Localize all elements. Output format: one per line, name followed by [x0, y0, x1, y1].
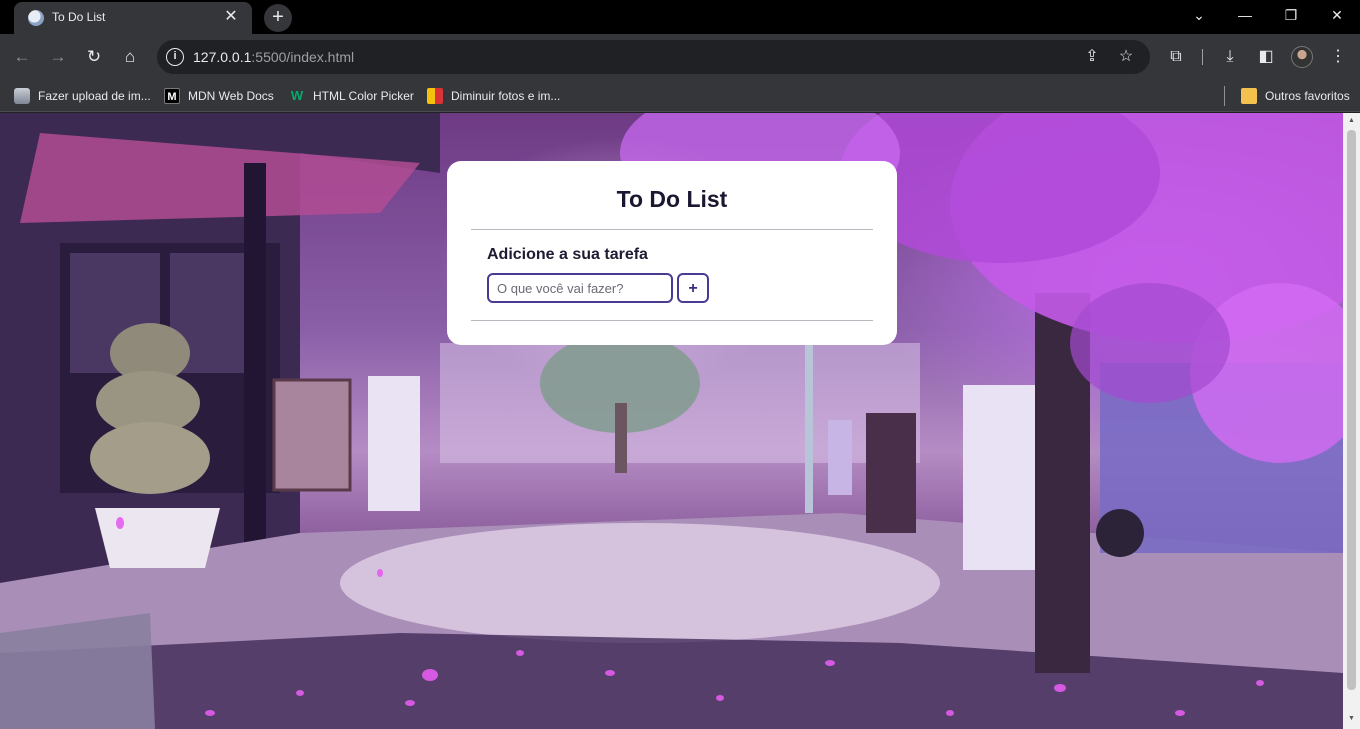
title-divider — [471, 229, 873, 230]
side-panel-icon[interactable]: ◧ — [1254, 45, 1278, 69]
url-path: :5500/index.html — [251, 49, 355, 65]
tab-title: To Do List — [52, 10, 106, 24]
url-host: 127.0.0.1 — [193, 49, 252, 65]
tab-strip: To Do List ✕ + ⌄ — ❐ ✕ — [0, 0, 1360, 34]
bookmark-label: Outros favoritos — [1265, 89, 1350, 103]
bookmark-star-icon[interactable]: ☆ — [1116, 47, 1136, 67]
download-icon[interactable]: ⤓ — [1218, 45, 1242, 69]
easy-icon — [427, 88, 443, 104]
toolbar-divider — [1202, 49, 1203, 65]
scrollbar-thumb[interactable] — [1347, 130, 1356, 690]
page-scrollbar[interactable]: ▲ ▼ — [1343, 113, 1360, 729]
menu-kebab-icon[interactable]: ⋮ — [1326, 45, 1350, 69]
task-input[interactable] — [487, 273, 673, 303]
close-window-button[interactable]: ✕ — [1314, 0, 1360, 30]
tab-search-icon[interactable]: ⌄ — [1176, 0, 1222, 30]
page-favicon-icon — [28, 10, 44, 26]
other-bookmarks-folder[interactable]: Outros favoritos — [1241, 86, 1350, 106]
page-title: To Do List — [616, 186, 728, 212]
new-tab-button[interactable]: + — [264, 4, 292, 32]
bookmark-label: MDN Web Docs — [188, 89, 274, 103]
cloud-icon — [14, 88, 30, 104]
browser-tab[interactable]: To Do List ✕ — [14, 2, 252, 34]
list-divider — [471, 320, 873, 321]
bookmark-label: Fazer upload de im... — [38, 89, 151, 103]
minimize-button[interactable]: — — [1222, 0, 1268, 30]
restore-button[interactable]: ❐ — [1268, 0, 1314, 30]
bookmark-item[interactable]: M MDN Web Docs — [164, 86, 274, 106]
scroll-down-icon[interactable]: ▼ — [1347, 715, 1356, 723]
add-task-button[interactable]: + — [677, 273, 709, 303]
profile-avatar[interactable] — [1291, 46, 1313, 68]
folder-icon — [1241, 88, 1257, 104]
extensions-puzzle-icon[interactable]: ⧉ — [1164, 45, 1188, 69]
scroll-up-icon[interactable]: ▲ — [1347, 117, 1356, 125]
bookmarks-bar: Fazer upload de im... M MDN Web Docs W H… — [0, 80, 1360, 112]
address-bar[interactable]: i 127.0.0.1:5500/index.html ⇪ ☆ — [157, 40, 1150, 74]
w3schools-icon: W — [290, 88, 304, 103]
bookmarks-divider — [1224, 86, 1225, 106]
bookmark-item[interactable]: Diminuir fotos e im... — [427, 86, 560, 106]
bookmark-label: HTML Color Picker — [313, 89, 414, 103]
todo-card: To Do List Adicione a sua tarefa + — [447, 161, 897, 345]
url-text[interactable]: 127.0.0.1:5500/index.html — [193, 49, 354, 65]
bookmark-label: Diminuir fotos e im... — [451, 89, 561, 103]
site-info-icon[interactable]: i — [166, 48, 184, 66]
back-arrow-icon[interactable]: ← — [8, 43, 36, 71]
share-icon[interactable]: ⇪ — [1082, 47, 1102, 67]
page-background: To Do List Adicione a sua tarefa + — [0, 113, 1343, 729]
bookmark-item[interactable]: W HTML Color Picker — [289, 86, 414, 106]
tab-close-icon[interactable]: ✕ — [222, 8, 240, 26]
browser-toolbar: ← → ↻ ⌂ i 127.0.0.1:5500/index.html ⇪ ☆ … — [0, 34, 1360, 80]
mdn-icon: M — [164, 88, 180, 104]
add-task-heading: Adicione a sua tarefa — [487, 246, 648, 263]
bookmark-item[interactable]: Fazer upload de im... — [14, 86, 151, 106]
reload-icon[interactable]: ↻ — [80, 43, 108, 71]
forward-arrow-icon[interactable]: → — [44, 43, 72, 71]
home-icon[interactable]: ⌂ — [116, 43, 144, 71]
